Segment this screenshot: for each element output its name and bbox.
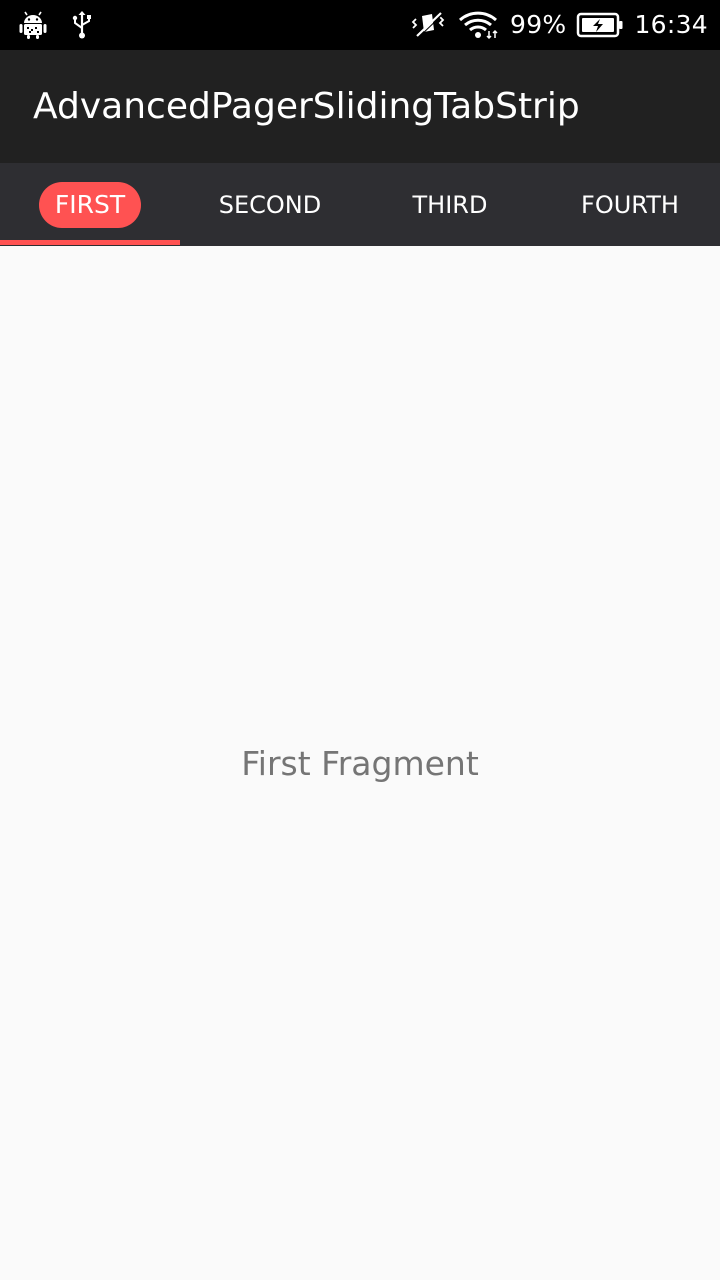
- usb-icon: [70, 10, 94, 40]
- tab-indicator: [0, 240, 180, 245]
- status-bar-right: 99% 16:34: [410, 9, 708, 41]
- wifi-icon: [458, 10, 500, 40]
- tab-third-label: THIRD: [412, 190, 488, 219]
- battery-charging-icon: [576, 10, 624, 40]
- status-bar-left: [18, 9, 94, 41]
- tab-second[interactable]: SECOND: [180, 163, 360, 246]
- fragment-text: First Fragment: [241, 744, 479, 783]
- tab-first[interactable]: FIRST: [0, 163, 180, 246]
- status-bar: 99% 16:34: [0, 0, 720, 50]
- tab-fourth-label: FOURTH: [581, 190, 679, 219]
- app-title: AdvancedPagerSlidingTabStrip: [33, 86, 580, 127]
- tab-fourth[interactable]: FOURTH: [540, 163, 720, 246]
- tab-second-label: SECOND: [218, 190, 322, 219]
- tab-third[interactable]: THIRD: [360, 163, 540, 246]
- vibrate-silent-icon: [410, 10, 448, 40]
- tab-strip: FIRST SECOND THIRD FOURTH: [0, 163, 720, 246]
- tab-first-label: FIRST: [38, 181, 142, 228]
- battery-percent: 99%: [509, 10, 567, 39]
- android-debug-icon: [18, 10, 48, 40]
- fragment-content: First Fragment: [0, 246, 720, 1280]
- app-bar: AdvancedPagerSlidingTabStrip: [0, 50, 720, 163]
- clock: 16:34: [634, 10, 708, 39]
